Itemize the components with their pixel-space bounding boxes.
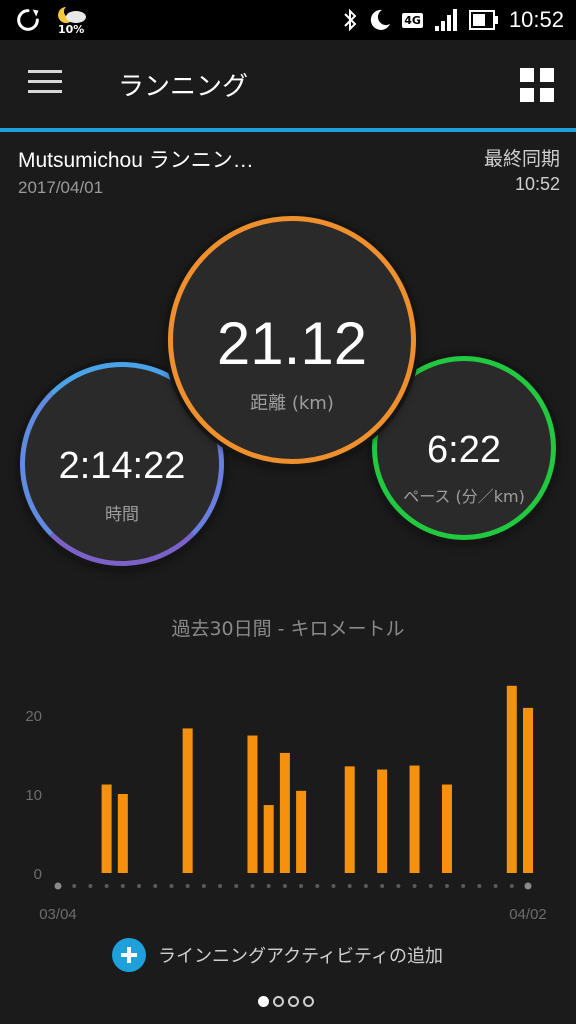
weather-percent: 10% <box>58 23 85 36</box>
page-title: ランニング <box>118 72 249 102</box>
day-dot <box>185 884 190 888</box>
pace-label: ペース (分／km) <box>403 487 525 506</box>
last-sync-label: 最終同期 <box>483 148 560 170</box>
chart-bar <box>377 769 388 873</box>
last-sync-time: 10:52 <box>514 174 560 194</box>
activity-name[interactable]: Mutsumichou ランニン… <box>18 144 254 174</box>
add-activity-button[interactable]: ラインニングアクティビティの追加 <box>112 938 443 972</box>
day-dot <box>266 884 271 888</box>
day-dot <box>444 884 449 888</box>
x-tick-label: 03/04 <box>39 906 77 923</box>
chart-bar <box>506 685 517 873</box>
chart-bar <box>523 707 533 873</box>
distance-value: 21.12 <box>216 310 368 377</box>
chart-bar <box>344 766 355 873</box>
add-activity-label: ラインニングアクティビティの追加 <box>158 946 443 967</box>
day-dot <box>120 884 125 888</box>
hamburger-menu-icon[interactable] <box>28 70 62 96</box>
distance-bar-chart: 0 10 20 03/04 04/02 <box>25 685 547 923</box>
day-dot <box>461 884 466 888</box>
chart-bar <box>263 805 274 873</box>
chart-bar <box>117 794 128 873</box>
chart-bar <box>101 784 112 873</box>
y-tick-label: 10 <box>25 787 42 804</box>
page-dot[interactable] <box>303 996 314 1007</box>
day-dot <box>347 884 352 888</box>
add-icon <box>112 938 146 972</box>
battery-icon <box>468 10 498 30</box>
day-dot <box>315 884 320 888</box>
day-dot <box>201 884 206 888</box>
day-dot <box>88 884 93 888</box>
distance-label: 距離 (km) <box>250 393 334 414</box>
day-dot <box>234 884 239 888</box>
chart-title: 過去30日間 - キロメートル <box>171 618 405 640</box>
status-bar: 10% 4G 10:52 <box>0 0 576 40</box>
bluetooth-icon <box>344 8 357 32</box>
page-indicator <box>258 996 314 1007</box>
day-dot <box>331 884 336 888</box>
chart-bar <box>247 735 258 873</box>
day-dot <box>282 884 287 888</box>
status-time: 10:52 <box>508 7 564 32</box>
page-dot[interactable] <box>273 996 284 1007</box>
chart-bar <box>409 765 420 873</box>
accent-divider <box>0 128 576 132</box>
day-dot <box>218 884 223 888</box>
day-dot <box>72 884 77 888</box>
time-value: 2:14:22 <box>58 445 186 487</box>
y-tick-label: 20 <box>25 708 42 725</box>
chart-bar <box>279 752 290 873</box>
day-dot <box>396 884 401 888</box>
sync-icon <box>17 9 39 31</box>
day-dot <box>54 882 62 890</box>
day-dot <box>363 884 368 888</box>
page-dot[interactable] <box>288 996 299 1007</box>
day-dot <box>104 884 109 888</box>
pace-value: 6:22 <box>427 429 501 471</box>
activity-date: 2017/04/01 <box>18 178 104 197</box>
app-bar: ランニング <box>0 40 576 128</box>
x-tick-label: 04/02 <box>509 906 547 923</box>
network-type-badge: 4G <box>402 12 423 28</box>
day-dot <box>380 884 385 888</box>
day-dot <box>169 884 174 888</box>
chart-bar <box>441 784 452 873</box>
day-dot <box>137 884 142 888</box>
day-dot <box>299 884 304 888</box>
day-dot <box>493 884 498 888</box>
grid-icon[interactable] <box>520 68 554 102</box>
weather-icon: 10% <box>54 5 90 36</box>
day-dot <box>153 884 158 888</box>
chart-bar <box>182 728 193 873</box>
time-label: 時間 <box>105 505 139 525</box>
signal-icon <box>434 9 457 31</box>
chart-bar <box>296 790 307 873</box>
do-not-disturb-moon-icon <box>371 9 391 30</box>
day-dot <box>524 882 532 890</box>
day-dot <box>477 884 482 888</box>
day-dot <box>412 884 417 888</box>
day-dot <box>509 884 514 888</box>
day-dot <box>428 884 433 888</box>
day-dot <box>250 884 255 888</box>
page-dot[interactable] <box>258 996 269 1007</box>
y-tick-label: 0 <box>34 866 42 883</box>
distance-gauge[interactable]: 21.12 距離 (km) <box>168 216 416 464</box>
